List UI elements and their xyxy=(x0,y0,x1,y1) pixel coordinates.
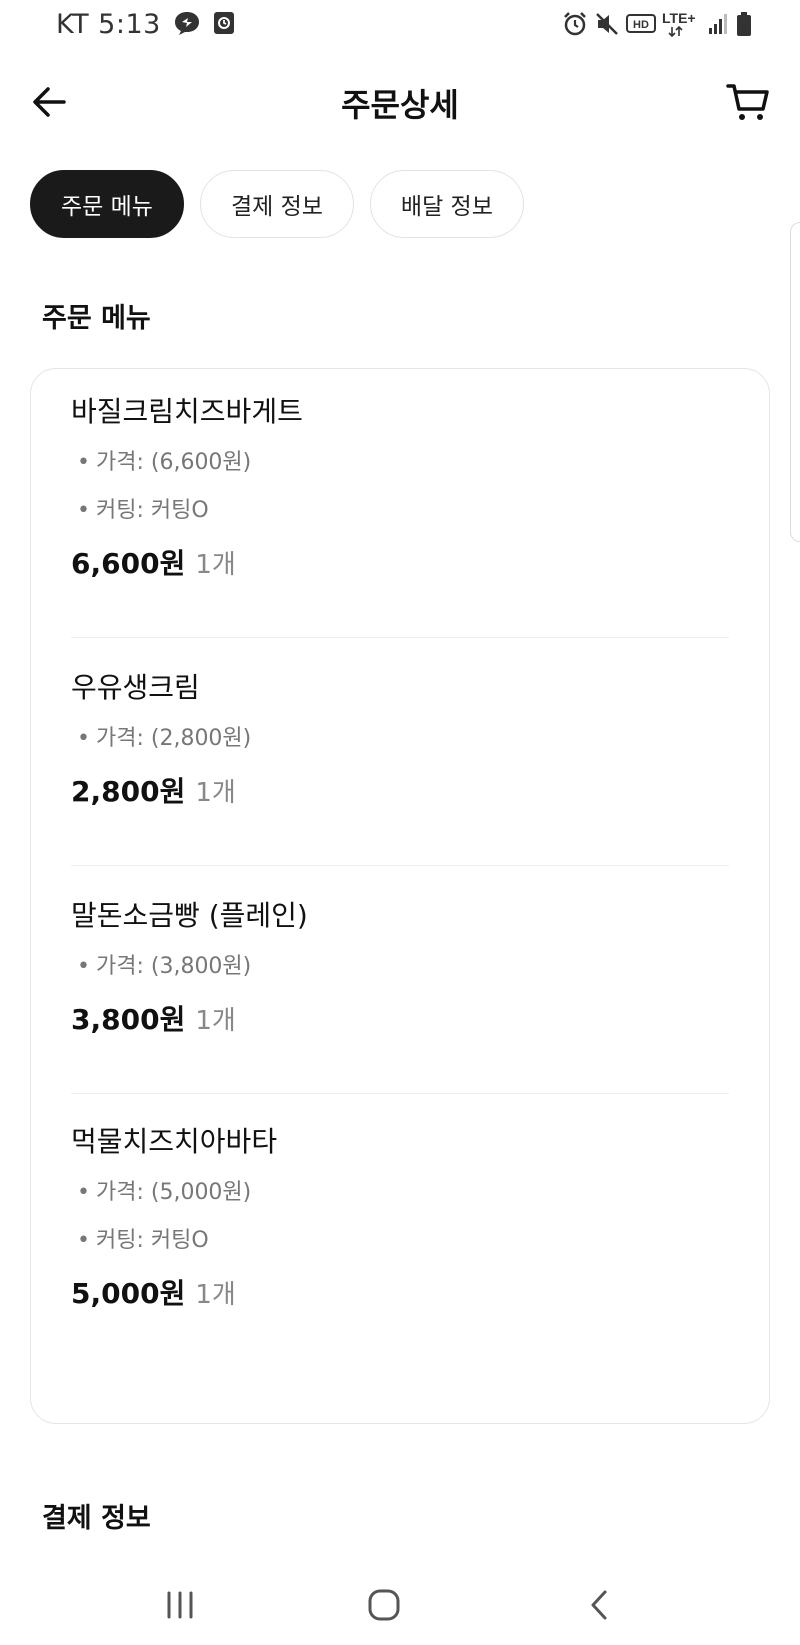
app-bar: 주문상세 xyxy=(0,62,800,142)
item-name: 먹물치즈치아바타 xyxy=(71,1125,278,1158)
menu-item: 먹물치즈치아바타 • 가격: (5,000원) • 커팅: 커팅O 5,000원 1개 xyxy=(71,1123,729,1314)
menu-item: 말돈소금빵 (플레인) • 가격: (3,800원) 3,800원 1개 xyxy=(71,897,729,1040)
item-total: 5,000원 1개 xyxy=(71,1274,729,1314)
item-option-text: 가격: (5,000원) xyxy=(95,1180,252,1205)
order-menu-card: 바질크림치즈바게트 • 가격: (6,600원) • 커팅: 커팅O 6,600원 1… xyxy=(30,368,770,1424)
cart-button[interactable] xyxy=(724,78,772,126)
status-right: HD LTE+ xyxy=(562,10,752,38)
tab-delivery-info[interactable]: 배달 정보 xyxy=(369,170,524,238)
page-title: 주문상세 xyxy=(341,86,459,124)
system-nav-bar xyxy=(0,1565,800,1645)
alarm-icon xyxy=(562,11,588,37)
divider xyxy=(71,1093,729,1094)
item-total: 6,600원 1개 xyxy=(71,544,729,584)
item-price: 5,000원 xyxy=(71,1277,186,1310)
item-option-text: 커팅: 커팅O xyxy=(95,498,209,523)
item-price: 2,800원 xyxy=(71,775,186,808)
carrier-time: KT 5:13 xyxy=(56,9,161,40)
home-icon xyxy=(368,1589,400,1621)
item-name: 우유생크림 xyxy=(71,671,200,704)
item-option-text: 가격: (3,800원) xyxy=(95,954,252,979)
home-button[interactable] xyxy=(362,1583,406,1627)
tab-payment-info[interactable]: 결제 정보 xyxy=(199,170,354,238)
item-option-text: 가격: (6,600원) xyxy=(95,450,252,475)
scroll-indicator[interactable] xyxy=(790,222,800,542)
status-left: KT 5:13 xyxy=(56,9,235,40)
item-quantity: 1개 xyxy=(195,1006,236,1036)
status-bar: KT 5:13 HD LTE+ xyxy=(0,0,800,52)
nav-back-button[interactable] xyxy=(578,1583,622,1627)
item-total: 3,800원 1개 xyxy=(71,1000,729,1040)
item-option: • 가격: (5,000원) xyxy=(77,1180,252,1205)
cart-icon xyxy=(726,84,769,120)
item-option-text: 가격: (2,800원) xyxy=(95,726,252,751)
network-type-label: LTE+ xyxy=(662,10,696,26)
mute-icon xyxy=(594,11,620,37)
order-menu-heading: 주문 메뉴 xyxy=(42,303,151,334)
item-price: 3,800원 xyxy=(71,1003,186,1036)
item-option-text: 커팅: 커팅O xyxy=(95,1228,209,1253)
item-total: 2,800원 1개 xyxy=(71,772,729,812)
item-option: • 커팅: 커팅O xyxy=(77,1228,209,1253)
section-tabs: 주문 메뉴 결제 정보 배달 정보 xyxy=(30,170,524,238)
signal-icon xyxy=(708,13,730,35)
network-type-icon: LTE+ xyxy=(662,10,702,38)
recents-button[interactable] xyxy=(158,1583,202,1627)
item-option: • 가격: (2,800원) xyxy=(77,726,252,751)
item-quantity: 1개 xyxy=(195,550,236,580)
item-quantity: 1개 xyxy=(195,778,236,808)
item-name: 말돈소금빵 (플레인) xyxy=(71,899,308,932)
chat-bubble-icon xyxy=(173,10,201,40)
chevron-left-icon xyxy=(591,1590,607,1620)
menu-item: 바질크림치즈바게트 • 가격: (6,600원) • 커팅: 커팅O 6,600원 1… xyxy=(71,393,729,584)
payment-info-heading: 결제 정보 xyxy=(42,1503,151,1534)
menu-item: 우유생크림 • 가격: (2,800원) 2,800원 1개 xyxy=(71,669,729,812)
tab-order-menu[interactable]: 주문 메뉴 xyxy=(30,170,184,238)
app-notification-icon xyxy=(213,11,235,39)
hd-voice-icon: HD xyxy=(626,12,656,36)
item-option: • 커팅: 커팅O xyxy=(77,498,209,523)
svg-text:HD: HD xyxy=(633,19,649,31)
item-option: • 가격: (6,600원) xyxy=(77,450,252,475)
item-name: 바질크림치즈바게트 xyxy=(71,395,303,428)
item-option: • 가격: (3,800원) xyxy=(77,954,252,979)
item-price: 6,600원 xyxy=(71,547,186,580)
divider xyxy=(71,865,729,866)
recents-icon xyxy=(167,1591,193,1619)
item-quantity: 1개 xyxy=(195,1280,236,1310)
battery-icon xyxy=(736,11,752,37)
divider xyxy=(71,637,729,638)
